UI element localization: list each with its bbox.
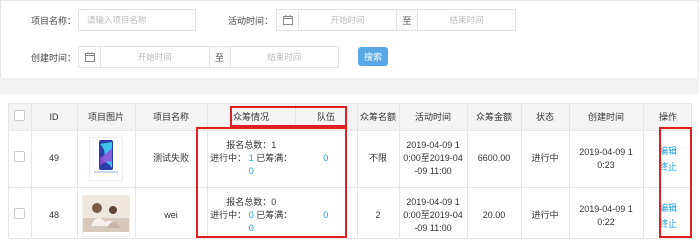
signup-total-label: 报名总数： (226, 140, 272, 150)
row-amount: 20.00 (467, 187, 522, 238)
create-time-label: 创建时间： (31, 53, 77, 63)
col-id: ID (31, 104, 78, 131)
in-progress-label: 进行中： (210, 153, 247, 163)
edit-link[interactable]: 编辑 (644, 143, 692, 159)
row-quota: 2 (357, 187, 400, 238)
row-activity-time: 2019-04-09 10:00至2019-04-09 11:00 (399, 187, 468, 238)
col-image: 项目图片 (77, 104, 136, 131)
project-name-input[interactable]: 请输入项目名称 (78, 9, 196, 31)
row-crowdfund-cell: 报名总数：1 进行中： 1 已筹满： 0 0 (207, 130, 358, 188)
col-activity-time: 活动时间 (399, 104, 468, 131)
full-value[interactable]: 0 (249, 223, 254, 233)
row-created: 2019-04-09 10:23 (569, 130, 644, 188)
filter-panel: 项目名称： 请输入项目名称 活动时间： 开始时间 至 结束时间 创建时间： 开始… (0, 0, 699, 78)
row-name: 测试失败 (135, 130, 208, 188)
full-label: 已筹满： (256, 153, 293, 163)
row-status: 进行中 (521, 130, 570, 188)
project-image (82, 194, 130, 237)
create-start-input[interactable]: 开始时间 (101, 47, 209, 67)
activity-time-label: 活动时间： (228, 16, 274, 26)
activity-end-input[interactable]: 结束时间 (418, 10, 515, 30)
row-actions: 编辑 终止 (643, 130, 692, 188)
signup-total-label: 报名总数： (226, 197, 272, 207)
project-image (89, 136, 123, 181)
col-status: 状态 (521, 104, 570, 131)
in-progress-value[interactable]: 1 (249, 153, 254, 163)
calendar-icon (277, 10, 299, 30)
create-time-range[interactable]: 开始时间 至 结束时间 (78, 46, 339, 68)
row-checkbox-cell[interactable] (9, 187, 32, 238)
row-status: 进行中 (521, 187, 570, 238)
row-quota: 不限 (357, 130, 400, 188)
table-row: 48 wei 报名总数：0 进行中： 0 已筹满： 0 0 2 2019-04-… (9, 187, 692, 238)
activity-start-input[interactable]: 开始时间 (299, 10, 396, 30)
full-label: 已筹满： (256, 210, 293, 220)
row-crowdfund-cell: 报名总数：0 进行中： 0 已筹满： 0 0 (207, 187, 358, 238)
signup-total-value: 1 (271, 140, 277, 150)
create-end-input[interactable]: 结束时间 (231, 47, 339, 67)
create-to-label: 至 (208, 47, 231, 67)
project-table: ID 项目图片 项目名称 众筹情况 队伍 众筹名额 活动时间 众筹金额 状态 创… (8, 103, 692, 239)
project-name-label: 项目名称： (31, 16, 77, 26)
section-gap (0, 78, 699, 94)
team-value[interactable]: 0 (323, 153, 328, 163)
activity-to-label: 至 (396, 10, 418, 30)
calendar-icon (79, 47, 101, 67)
stop-link[interactable]: 终止 (644, 216, 692, 232)
table-row: 49 测试失败 报名总数：1 进行中： 1 已筹满： 0 0 不限 2019-0… (9, 130, 692, 188)
row-amount: 6600.00 (467, 130, 522, 188)
col-team: 队伍 (295, 104, 358, 131)
activity-time-range[interactable]: 开始时间 至 结束时间 (276, 9, 516, 31)
team-value[interactable]: 0 (323, 210, 328, 220)
row-created: 2019-04-09 10:22 (569, 187, 644, 238)
row-checkbox-cell[interactable] (9, 130, 32, 188)
in-progress-label: 进行中： (210, 210, 247, 220)
row-id: 49 (31, 130, 78, 188)
edit-link[interactable]: 编辑 (644, 200, 692, 216)
row-actions: 编辑 终止 (643, 187, 692, 238)
stop-link[interactable]: 终止 (644, 159, 692, 175)
full-value[interactable]: 0 (249, 166, 254, 176)
in-progress-value[interactable]: 0 (249, 210, 254, 220)
row-checkbox[interactable] (14, 208, 26, 219)
col-name: 项目名称 (135, 104, 208, 131)
col-amount: 众筹金额 (467, 104, 522, 131)
row-image-cell (77, 130, 136, 188)
row-activity-time: 2019-04-09 10:00至2019-04-09 11:00 (399, 130, 468, 188)
col-actions: 操作 (643, 104, 691, 131)
row-id: 48 (31, 187, 78, 238)
select-all-checkbox-cell[interactable] (9, 104, 32, 131)
col-crowdfund-status: 众筹情况 (207, 104, 296, 131)
row-checkbox[interactable] (14, 151, 26, 162)
select-all-checkbox[interactable] (14, 110, 26, 122)
col-quota: 众筹名额 (357, 104, 400, 131)
col-created: 创建时间 (569, 104, 644, 131)
row-image-cell (77, 187, 136, 238)
row-name: wei (135, 187, 208, 238)
search-button[interactable]: 搜索 (358, 47, 388, 66)
signup-total-value: 0 (271, 197, 277, 207)
